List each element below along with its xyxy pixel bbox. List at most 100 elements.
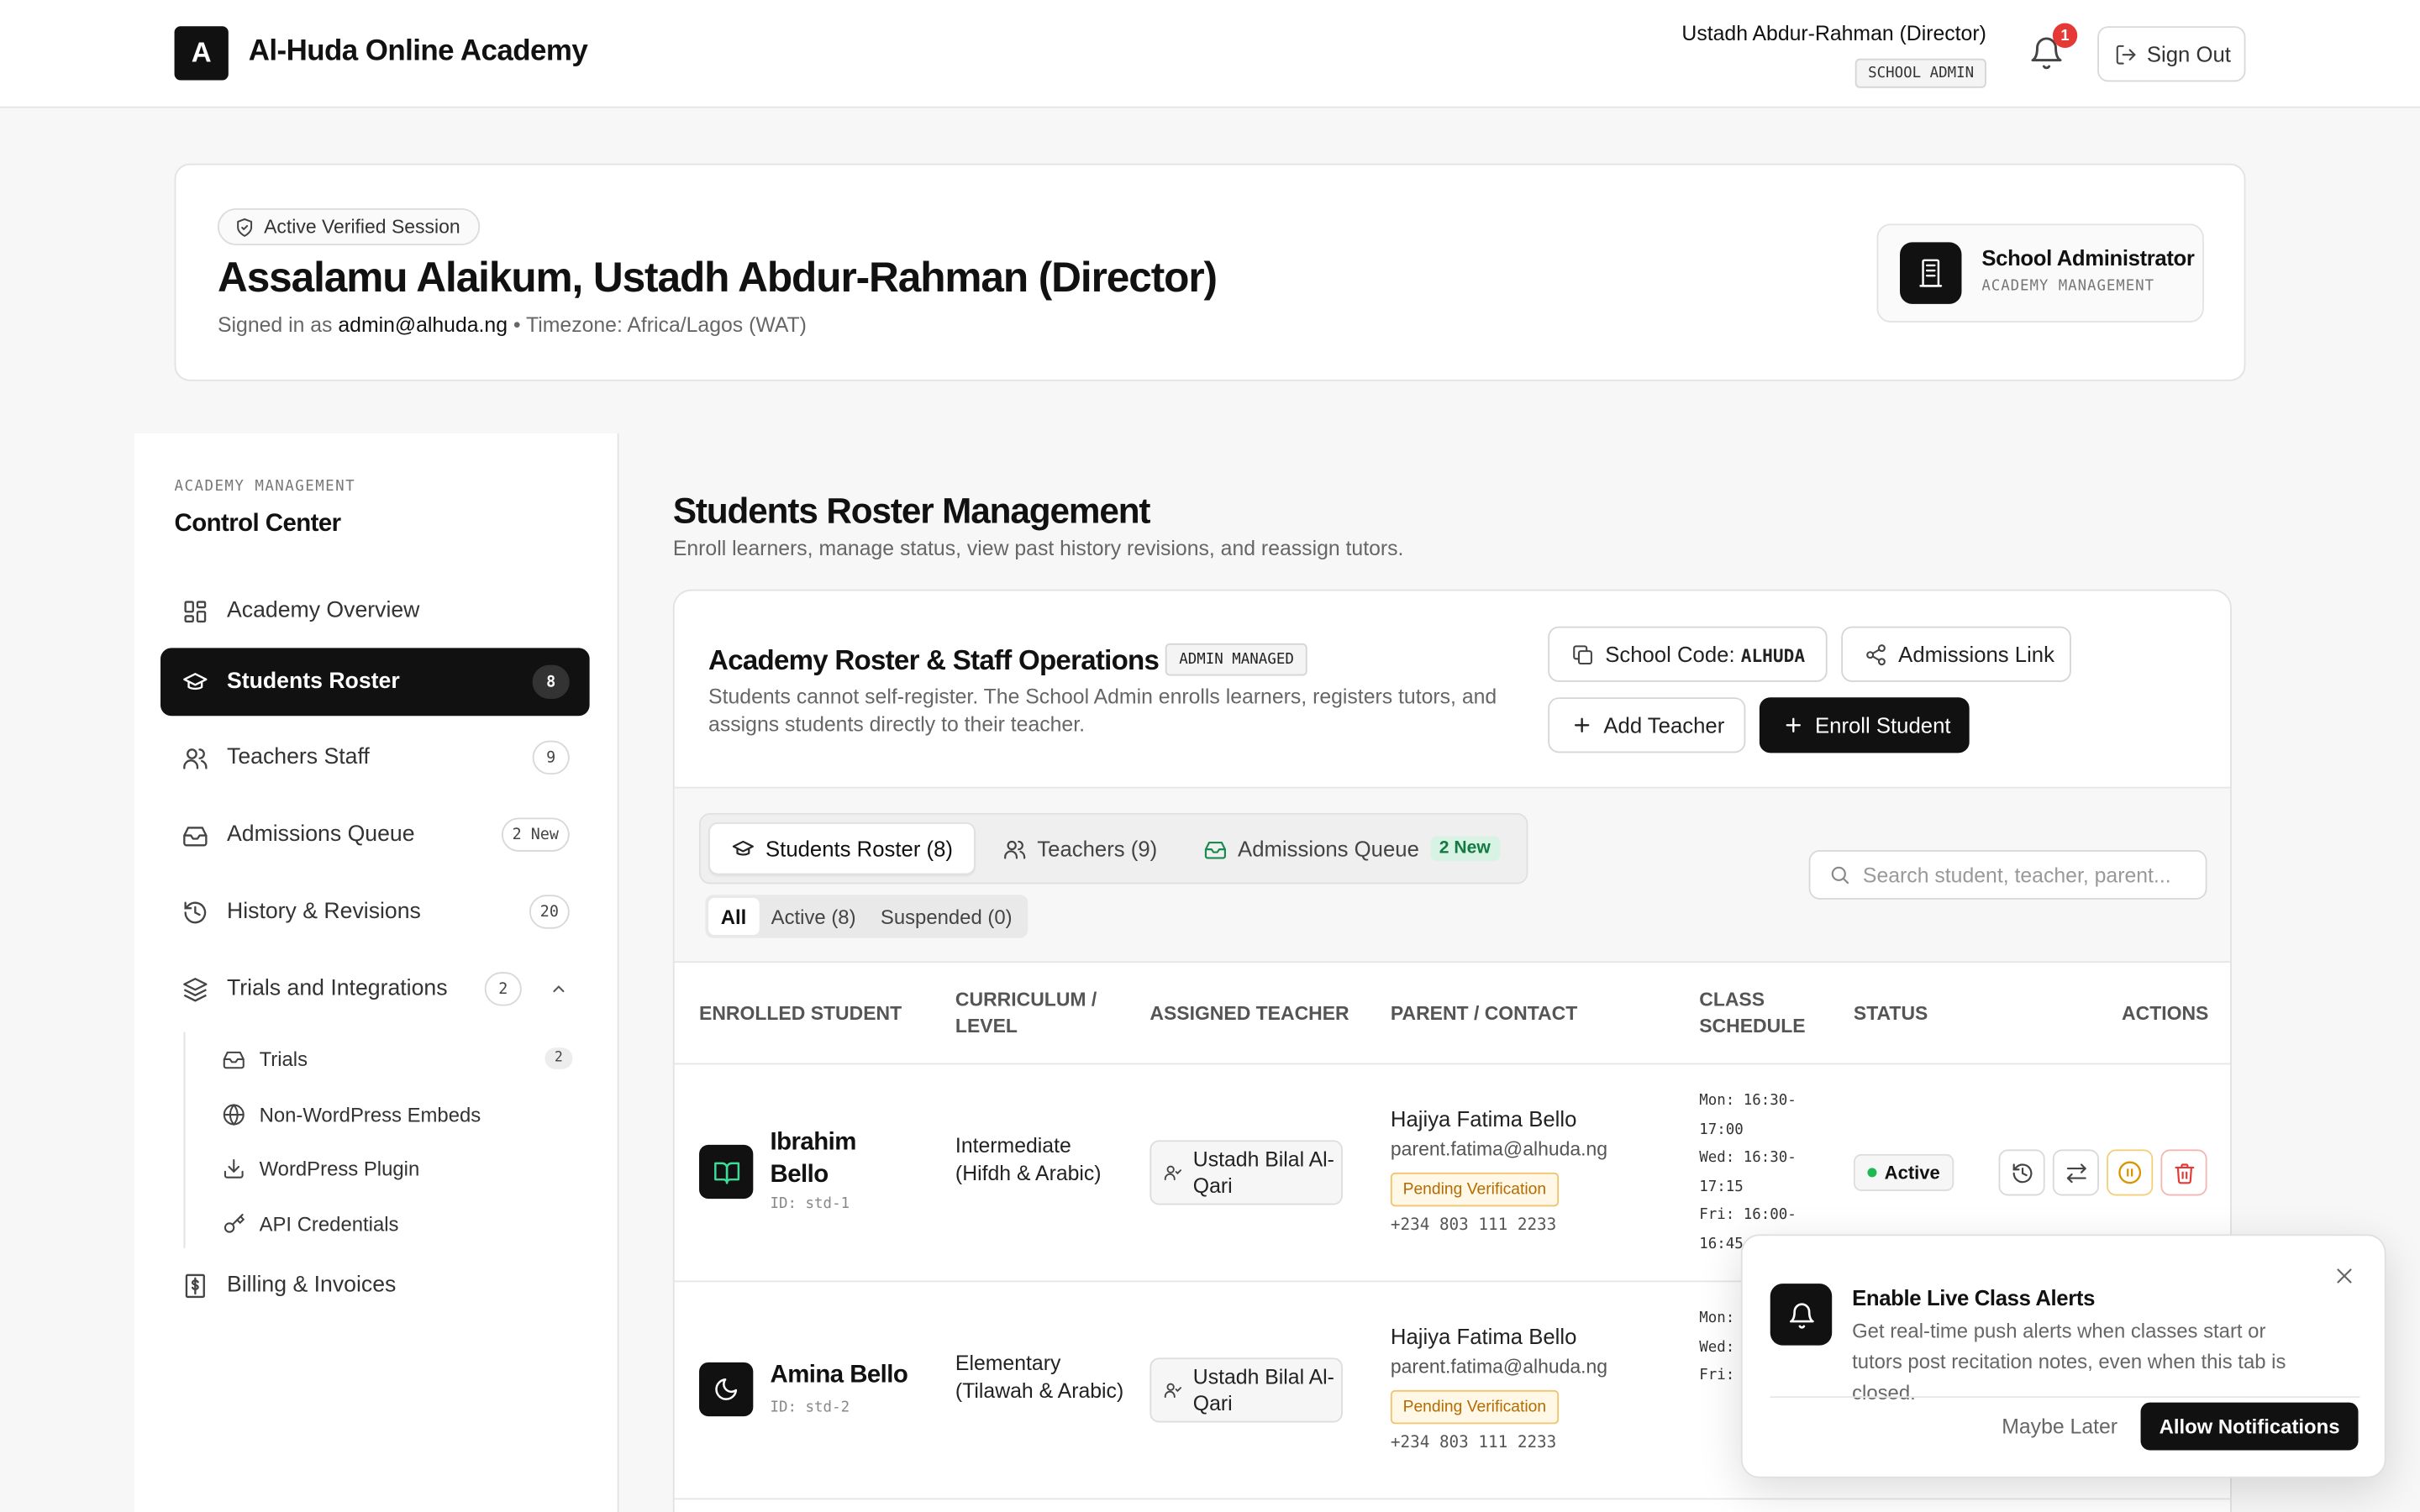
log-out-icon — [2116, 44, 2136, 64]
filter-suspended[interactable]: Suspended (0) — [868, 898, 1024, 935]
column-header-teacher: ASSIGNED TEACHER — [1150, 1002, 1349, 1025]
sidebar-item-label: Academy Overview — [226, 598, 420, 624]
sign-out-button[interactable]: Sign Out — [2097, 26, 2246, 82]
sidebar-subitem-label: Non-WordPress Embeds — [259, 1102, 481, 1126]
sidebar-item-label: Teachers Staff — [226, 745, 370, 770]
book-open-icon — [699, 1144, 754, 1200]
sidebar-item-admissions-queue[interactable]: Admissions Queue 2 New — [160, 801, 590, 869]
sidebar-item-billing-invoices[interactable]: Billing & Invoices — [160, 1252, 590, 1320]
admin-card-title: School Administrator — [1981, 245, 2195, 270]
filter-active[interactable]: Active (8) — [759, 898, 868, 935]
sidebar-section-label: ACADEMY MANAGEMENT — [174, 478, 356, 496]
assigned-teacher-chip[interactable]: Ustadh Bilal Al-Qari — [1150, 1357, 1343, 1423]
filter-all[interactable]: All — [708, 897, 759, 936]
assigned-teacher-name: Ustadh Bilal Al-Qari — [1192, 1365, 1334, 1415]
parent-phone: +234 803 111 2233 — [1390, 1433, 1557, 1452]
sidebar-item-label: Billing & Invoices — [226, 1273, 397, 1298]
chevron-up-icon[interactable] — [550, 979, 568, 998]
verification-badge: Pending Verification — [1390, 1172, 1559, 1207]
parent-email: parent.fatima@alhuda.ng — [1390, 1138, 1608, 1161]
sidebar-item-students-roster[interactable]: Students Roster 8 — [160, 648, 590, 717]
signed-in-info: Signed in as admin@alhuda.ng • Timezone:… — [218, 313, 807, 337]
sidebar-item-label: Admissions Queue — [226, 822, 415, 848]
enroll-student-button[interactable]: Enroll Student — [1759, 697, 1970, 753]
class-schedule: Mon: 16:30-17:00 Wed: 16:30-17:15 Fri: 1… — [1699, 1088, 1823, 1259]
maybe-later-button[interactable]: Maybe Later — [2002, 1415, 2118, 1438]
sign-out-label: Sign Out — [2146, 41, 2231, 66]
sidebar-subitem-api-credentials[interactable]: API Credentials — [222, 1205, 398, 1242]
tab-label: Students Roster (8) — [765, 836, 953, 861]
search-input[interactable] — [1862, 863, 2187, 887]
sidebar-subitem-label: API Credentials — [259, 1211, 399, 1236]
student-name[interactable]: Ibrahim Bello — [771, 1126, 909, 1191]
users-icon — [1004, 839, 1026, 858]
school-code-button[interactable]: School Code: ALHUDA — [1548, 626, 1828, 682]
history-button[interactable] — [1998, 1149, 2045, 1196]
assigned-teacher-chip[interactable]: Ustadh Bilal Al-Qari — [1150, 1140, 1343, 1205]
sidebar-subitem-trials[interactable]: Trials — [222, 1040, 308, 1077]
role-badge: SCHOOL ADMIN — [1855, 58, 1986, 88]
column-header-curriculum: CURRICULUM / LEVEL — [955, 989, 1097, 1037]
tab-students-roster[interactable]: Students Roster (8) — [708, 822, 976, 875]
new-badge: 2 New — [1429, 836, 1500, 861]
swap-icon — [2065, 1163, 2086, 1183]
verification-badge: Pending Verification — [1390, 1389, 1559, 1425]
admin-managed-badge: ADMIN MANAGED — [1165, 643, 1308, 676]
graduation-cap-icon — [732, 839, 754, 855]
key-icon — [224, 1213, 245, 1232]
page-title: Students Roster Management — [672, 491, 1151, 531]
sidebar: ACADEMY MANAGEMENT Control Center Academ… — [134, 433, 619, 1512]
schedule-slot: Mon: 16:30-17:00 — [1699, 1092, 1797, 1138]
allow-notifications-button[interactable]: Allow Notifications — [2140, 1402, 2359, 1451]
history-icon — [184, 900, 207, 923]
roster-toolbar: Students Roster (8) Teachers (9) Admissi… — [674, 786, 2231, 963]
sidebar-subitem-count: 2 — [544, 1047, 573, 1069]
session-pill-label: Active Verified Session — [264, 216, 460, 238]
sidebar-item-teachers-staff[interactable]: Teachers Staff 9 — [160, 723, 590, 791]
tab-admissions-queue[interactable]: Admissions Queue 2 New — [1182, 822, 1522, 874]
status-badge: Active — [1853, 1153, 1954, 1191]
enroll-student-label: Enroll Student — [1814, 712, 1951, 738]
sidebar-item-trials-integrations[interactable]: Trials and Integrations 2 — [160, 955, 590, 1023]
tab-teachers[interactable]: Teachers (9) — [981, 822, 1179, 874]
sidebar-item-count: 2 New — [501, 817, 570, 852]
timezone: • Timezone: Africa/Lagos (WAT) — [507, 312, 807, 337]
inbox-icon — [183, 826, 208, 846]
parent-email: parent.fatima@alhuda.ng — [1390, 1356, 1608, 1378]
tab-label: Admissions Queue — [1238, 836, 1419, 861]
close-icon[interactable] — [2333, 1265, 2355, 1287]
bell-icon — [1770, 1284, 1833, 1346]
suspend-button[interactable] — [2107, 1149, 2154, 1196]
receipt-icon — [185, 1273, 205, 1298]
ops-description: Students cannot self-register. The Schoo… — [708, 685, 1497, 736]
column-header-status: STATUS — [1853, 1002, 1928, 1025]
delete-button[interactable] — [2160, 1149, 2207, 1196]
parent-name: Hajiya Fatima Bello — [1390, 1105, 1577, 1131]
student-id: ID: std-1 — [770, 1195, 850, 1213]
shield-check-icon — [237, 218, 253, 236]
student-name[interactable]: Amina Bello — [771, 1359, 940, 1392]
sidebar-item-count: 20 — [529, 895, 570, 929]
history-icon — [2012, 1163, 2032, 1183]
add-teacher-button[interactable]: Add Teacher — [1548, 697, 1746, 753]
sidebar-subitem-non-wordpress-embeds[interactable]: Non-WordPress Embeds — [222, 1095, 481, 1132]
sidebar-item-history-revisions[interactable]: History & Revisions 20 — [160, 878, 590, 946]
admissions-link-button[interactable]: Admissions Link — [1841, 626, 2071, 682]
users-icon — [183, 748, 208, 769]
reassign-button[interactable] — [2052, 1149, 2099, 1196]
assigned-teacher-name: Ustadh Bilal Al-Qari — [1192, 1147, 1334, 1198]
sidebar-item-label: Students Roster — [226, 669, 400, 695]
grid-icon — [184, 600, 207, 622]
sidebar-subitem-wordpress-plugin[interactable]: WordPress Plugin — [222, 1149, 419, 1186]
roster-tabs: Students Roster (8) Teachers (9) Admissi… — [699, 812, 1528, 885]
user-name: Ustadh Abdur-Rahman (Director) — [1681, 21, 1986, 45]
app-name: Al-Huda Online Academy — [248, 35, 588, 68]
admin-role-card: School Administrator ACADEMY MANAGEMENT — [1876, 223, 2204, 323]
user-check-icon — [1164, 1383, 1182, 1399]
copy-icon — [1573, 644, 1592, 664]
school-code-label: School Code: — [1605, 642, 1741, 667]
sidebar-item-academy-overview[interactable]: Academy Overview — [160, 577, 590, 645]
school-code-value: ALHUDA — [1740, 644, 1806, 667]
search-box — [1808, 850, 2207, 900]
student-id: ID: std-2 — [770, 1399, 850, 1417]
